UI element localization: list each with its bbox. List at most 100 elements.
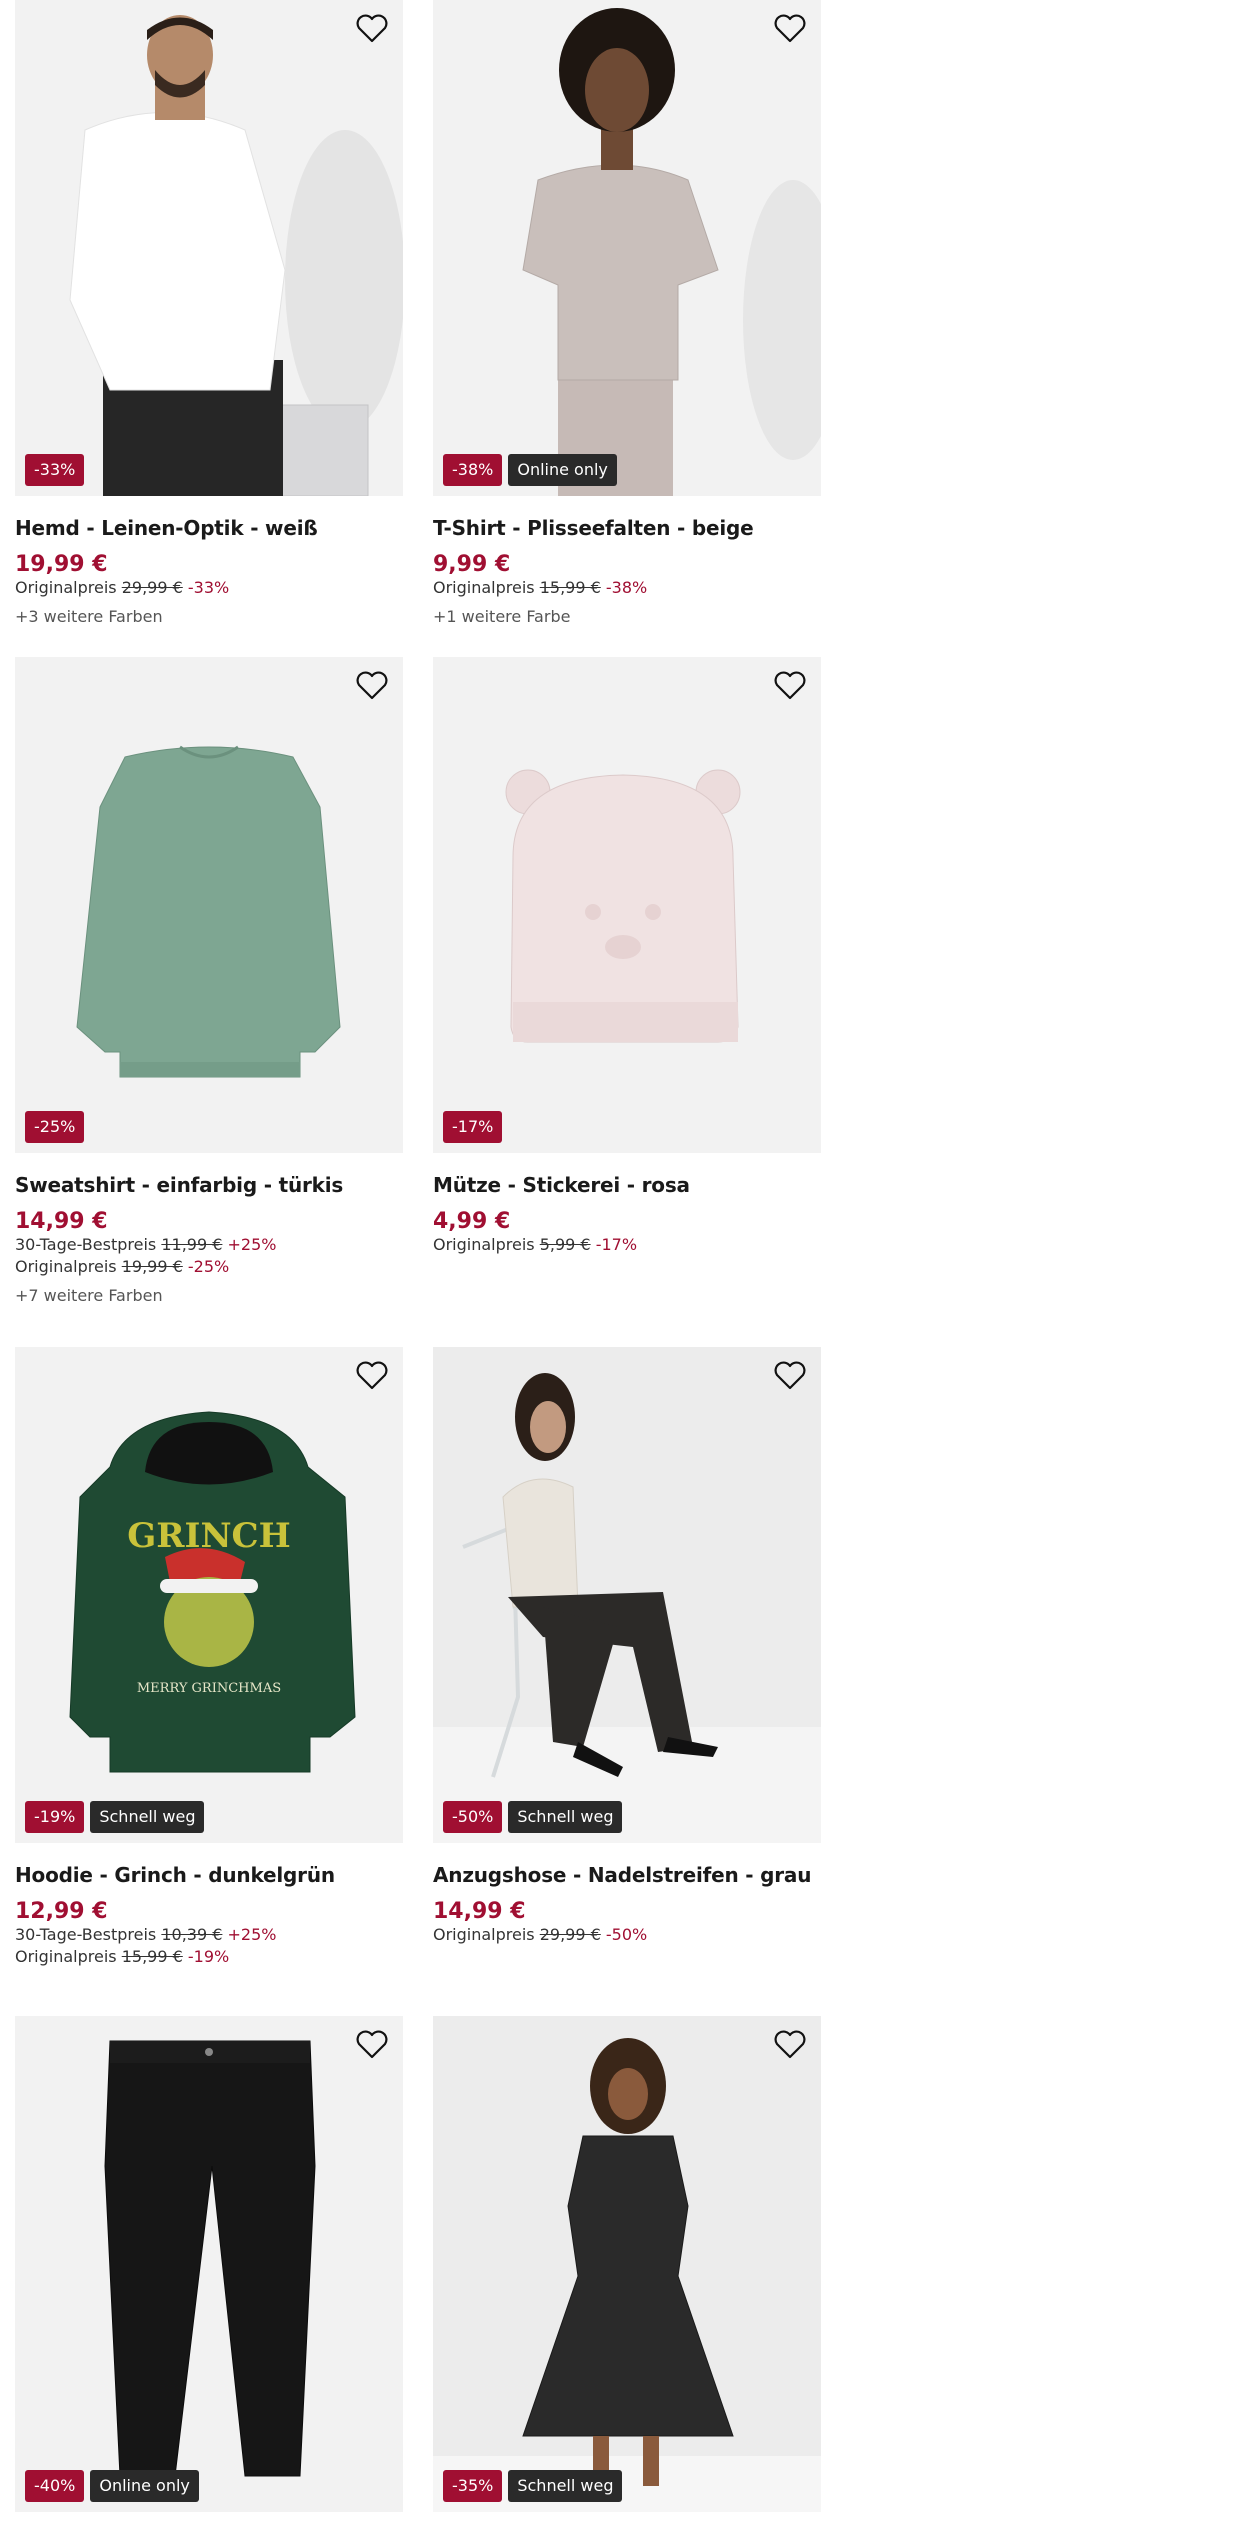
heart-outline-icon — [356, 14, 388, 43]
discount-badge: -35% — [443, 2470, 503, 2502]
favorite-button[interactable] — [773, 1361, 807, 1391]
product-price: 12,99 € — [15, 1899, 108, 1924]
more-colors-link[interactable]: +3 weitere Farben — [15, 607, 403, 626]
product-price: 9,99 € — [433, 552, 511, 577]
online-only-badge: Online only — [508, 454, 617, 486]
product-image[interactable]: -38% Online only — [433, 0, 821, 496]
discount-badge: -25% — [25, 1111, 85, 1143]
discount-badge: -40% — [25, 2470, 85, 2502]
product-name[interactable]: Anzugshose - Nadelstreifen - grau — [433, 1863, 821, 1887]
online-only-badge: Online only — [90, 2470, 199, 2502]
product-price: 4,99 € — [433, 1209, 511, 1234]
product-photo — [433, 0, 821, 496]
product-price: 19,99 € — [15, 552, 108, 577]
price-change: -38% — [605, 578, 648, 597]
product-image[interactable]: -25% — [15, 657, 403, 1153]
original-price-line: Originalpreis 19,99 € -25% — [15, 1256, 403, 1278]
schnell-weg-badge: Schnell weg — [508, 2470, 623, 2502]
price-change: +25% — [227, 1925, 277, 1944]
product-image[interactable]: GRINCH MERRY GRINCHMAS -19% Schnell weg — [15, 1347, 403, 1843]
price-label: Originalpreis — [433, 1925, 535, 1944]
favorite-button[interactable] — [355, 2030, 389, 2060]
product-name[interactable]: Sweatshirt - einfarbig - türkis — [15, 1173, 403, 1197]
old-price: 5,99 € — [539, 1235, 591, 1254]
old-price: 11,99 € — [161, 1235, 223, 1254]
price-change: -19% — [187, 1947, 230, 1966]
product-card[interactable]: -17% Mütze - Stickerei - rosa 4,99 € Ori… — [433, 657, 821, 1347]
old-price: 15,99 € — [121, 1947, 183, 1966]
product-price: 14,99 € — [15, 1209, 108, 1234]
favorite-button[interactable] — [773, 671, 807, 701]
product-name[interactable]: Mütze - Stickerei - rosa — [433, 1173, 821, 1197]
svg-text:MERRY GRINCHMAS: MERRY GRINCHMAS — [137, 1681, 281, 1696]
price-label: Originalpreis — [15, 1947, 117, 1966]
product-image[interactable]: -35% Schnell weg — [433, 2016, 821, 2512]
price-label: 30-Tage-Bestpreis — [15, 1235, 157, 1254]
heart-outline-icon — [356, 671, 388, 700]
price-label: Originalpreis — [433, 578, 535, 597]
price-change: -50% — [605, 1925, 648, 1944]
price-label: 30-Tage-Bestpreis — [15, 1925, 157, 1944]
schnell-weg-badge: Schnell weg — [90, 1801, 205, 1833]
price-label: Originalpreis — [15, 578, 117, 597]
product-name[interactable]: Hemd - Leinen-Optik - weiß — [15, 516, 403, 540]
more-colors-link[interactable]: +1 weitere Farbe — [433, 607, 821, 626]
more-colors-link[interactable]: +7 weitere Farben — [15, 1286, 403, 1305]
original-price-line: Originalpreis 15,99 € -38% — [433, 577, 821, 599]
product-photo — [15, 657, 403, 1153]
product-card[interactable]: -33% Hemd - Leinen-Optik - weiß 19,99 € … — [15, 0, 403, 657]
product-photo — [15, 2016, 403, 2512]
original-price-line: Originalpreis 29,99 € -33% — [15, 577, 403, 599]
old-price: 29,99 € — [121, 578, 183, 597]
favorite-button[interactable] — [355, 1361, 389, 1391]
badge-group: -33% — [25, 454, 85, 486]
heart-outline-icon — [774, 2030, 806, 2059]
discount-badge: -19% — [25, 1801, 85, 1833]
discount-badge: -33% — [25, 454, 85, 486]
product-grid: -33% Hemd - Leinen-Optik - weiß 19,99 € … — [15, 0, 823, 2537]
product-image[interactable]: -33% — [15, 0, 403, 496]
price-label: Originalpreis — [15, 1257, 117, 1276]
product-name[interactable]: T-Shirt - Plisseefalten - beige — [433, 516, 821, 540]
product-image[interactable]: -17% — [433, 657, 821, 1153]
favorite-button[interactable] — [355, 14, 389, 44]
old-price: 19,99 € — [121, 1257, 183, 1276]
badge-group: -17% — [443, 1111, 503, 1143]
schnell-weg-badge: Schnell weg — [508, 1801, 623, 1833]
product-card[interactable]: -50% Schnell weg Anzugshose - Nadelstrei… — [433, 1347, 821, 2016]
product-card[interactable]: -38% Online only T-Shirt - Plisseefalten… — [433, 0, 821, 657]
product-photo: GRINCH MERRY GRINCHMAS — [15, 1347, 403, 1843]
product-price: 14,99 € — [433, 1899, 526, 1924]
favorite-button[interactable] — [355, 671, 389, 701]
favorite-button[interactable] — [773, 2030, 807, 2060]
product-image[interactable]: -40% Online only — [15, 2016, 403, 2512]
product-photo — [433, 2016, 821, 2512]
bestprice-line: 30-Tage-Bestpreis 10,39 € +25% — [15, 1924, 403, 1946]
original-price-line: Originalpreis 29,99 € -50% — [433, 1924, 821, 1946]
badge-group: -40% Online only — [25, 2470, 199, 2502]
product-image[interactable]: -50% Schnell weg — [433, 1347, 821, 1843]
heart-outline-icon — [356, 1361, 388, 1390]
discount-badge: -50% — [443, 1801, 503, 1833]
badge-group: -38% Online only — [443, 454, 617, 486]
product-photo — [433, 657, 821, 1153]
discount-badge: -38% — [443, 454, 503, 486]
heart-outline-icon — [356, 2030, 388, 2059]
product-card[interactable]: -25% Sweatshirt - einfarbig - türkis 14,… — [15, 657, 403, 1347]
product-photo — [433, 1347, 821, 1843]
product-card[interactable]: -35% Schnell weg — [433, 2016, 821, 2537]
badge-group: -35% Schnell weg — [443, 2470, 623, 2502]
old-price: 29,99 € — [539, 1925, 601, 1944]
original-price-line: Originalpreis 15,99 € -19% — [15, 1946, 403, 1968]
product-card[interactable]: GRINCH MERRY GRINCHMAS -19% Schnell weg … — [15, 1347, 403, 2016]
price-change: -25% — [187, 1257, 230, 1276]
price-change: +25% — [227, 1235, 277, 1254]
price-change: -17% — [595, 1235, 638, 1254]
badge-group: -25% — [25, 1111, 85, 1143]
original-price-line: Originalpreis 5,99 € -17% — [433, 1234, 821, 1256]
old-price: 15,99 € — [539, 578, 601, 597]
price-label: Originalpreis — [433, 1235, 535, 1254]
product-name[interactable]: Hoodie - Grinch - dunkelgrün — [15, 1863, 403, 1887]
favorite-button[interactable] — [773, 14, 807, 44]
product-card[interactable]: -40% Online only — [15, 2016, 403, 2537]
